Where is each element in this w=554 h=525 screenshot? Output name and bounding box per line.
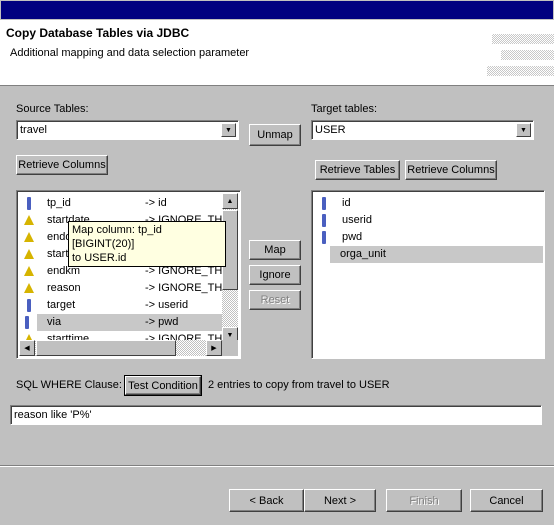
source-tables-label: Source Tables: [16,103,89,115]
key-icon [322,214,326,227]
target-table-combo[interactable]: USER ▼ [311,120,534,140]
next-button[interactable]: Next > [304,489,376,512]
back-button[interactable]: < Back [229,489,304,512]
source-column-row[interactable]: tp_id -> id [19,195,224,212]
target-column-row[interactable]: orga_unit [330,246,543,263]
column-name: via [47,316,62,328]
target-column-row[interactable]: id [314,195,519,212]
page-title: Copy Database Tables via JDBC [6,26,190,40]
finish-button[interactable]: Finish [386,489,462,512]
retrieve-tables-button[interactable]: Retrieve Tables [315,160,400,180]
target-columns-list[interactable]: id userid pwd orga_unit [311,190,545,359]
column-name: userid [342,214,372,226]
copy-status-text: 2 entries to copy from travel to USER [208,379,390,391]
column-mapping: -> IGNORE_THI [145,282,226,294]
column-name: target [47,299,76,311]
vertical-scrollbar[interactable]: ▲ ▼ [222,193,238,343]
scroll-right-button[interactable]: ▶ [206,340,222,356]
title-bar[interactable] [0,0,554,20]
scroll-up-button[interactable]: ▲ [222,193,238,209]
warning-icon [24,249,34,259]
key-icon [322,231,326,244]
key-icon [27,197,31,210]
test-condition-button[interactable]: Test Condition [124,375,202,396]
page-subtitle: Additional mapping and data selection pa… [10,47,250,59]
sql-where-label: SQL WHERE Clause: [16,379,122,391]
ignore-button[interactable]: Ignore [249,265,301,285]
where-clause-input[interactable]: reason like 'P%' [10,405,542,425]
key-icon [25,316,29,329]
where-clause-value: reason like 'P%' [14,409,92,421]
column-mapping: -> userid [145,299,189,311]
source-table-value: travel [20,124,47,136]
source-column-row[interactable]: target -> userid [19,297,224,314]
map-button[interactable]: Map [249,240,301,260]
horizontal-scrollbar[interactable]: ◀ ▶ [19,340,238,356]
column-name: orga_unit [340,248,386,260]
target-column-row[interactable]: userid [314,212,519,229]
cancel-button[interactable]: Cancel [470,489,543,512]
column-name: tp_id [47,197,71,209]
unmap-button[interactable]: Unmap [249,124,301,146]
reset-button[interactable]: Reset [249,290,301,310]
column-mapping: -> id [145,197,167,209]
column-name: reason [47,282,81,294]
header-decoration [492,34,554,44]
warning-icon [24,215,34,225]
scroll-left-button[interactable]: ◀ [19,340,35,356]
source-columns-list[interactable]: starttime -> IGNORE_THI via -> pwd target -> … [16,190,241,359]
column-name: id [342,197,351,209]
chevron-down-icon[interactable]: ▼ [516,123,531,137]
target-retrieve-columns-button[interactable]: Retrieve Columns [405,160,497,180]
warning-icon [24,283,34,293]
scroll-corner [222,340,238,356]
warning-icon [24,232,34,242]
footer-divider [0,465,554,467]
source-column-row[interactable]: reason -> IGNORE_THI [19,280,226,297]
scroll-thumb[interactable] [36,340,176,356]
source-column-row[interactable]: via -> pwd [25,314,224,331]
column-mapping: -> pwd [145,316,179,328]
chevron-down-icon[interactable]: ▼ [221,123,236,137]
header-decoration [501,50,554,60]
mapping-tooltip: Map column: tp_id [BIGINT(20)] to USER.i… [68,221,226,267]
source-table-combo[interactable]: travel ▼ [16,120,239,140]
target-table-value: USER [315,124,346,136]
target-column-row[interactable]: pwd [314,229,519,246]
tooltip-line: to USER.id [72,252,127,264]
source-retrieve-columns-button[interactable]: Retrieve Columns [16,155,108,175]
target-tables-label: Target tables: [311,103,378,115]
key-icon [322,197,326,210]
column-name: pwd [342,231,363,243]
warning-icon [24,266,34,276]
header-decoration [487,66,554,76]
key-icon [27,299,31,312]
tooltip-line: Map column: tp_id [BIGINT(20)] [72,224,162,250]
